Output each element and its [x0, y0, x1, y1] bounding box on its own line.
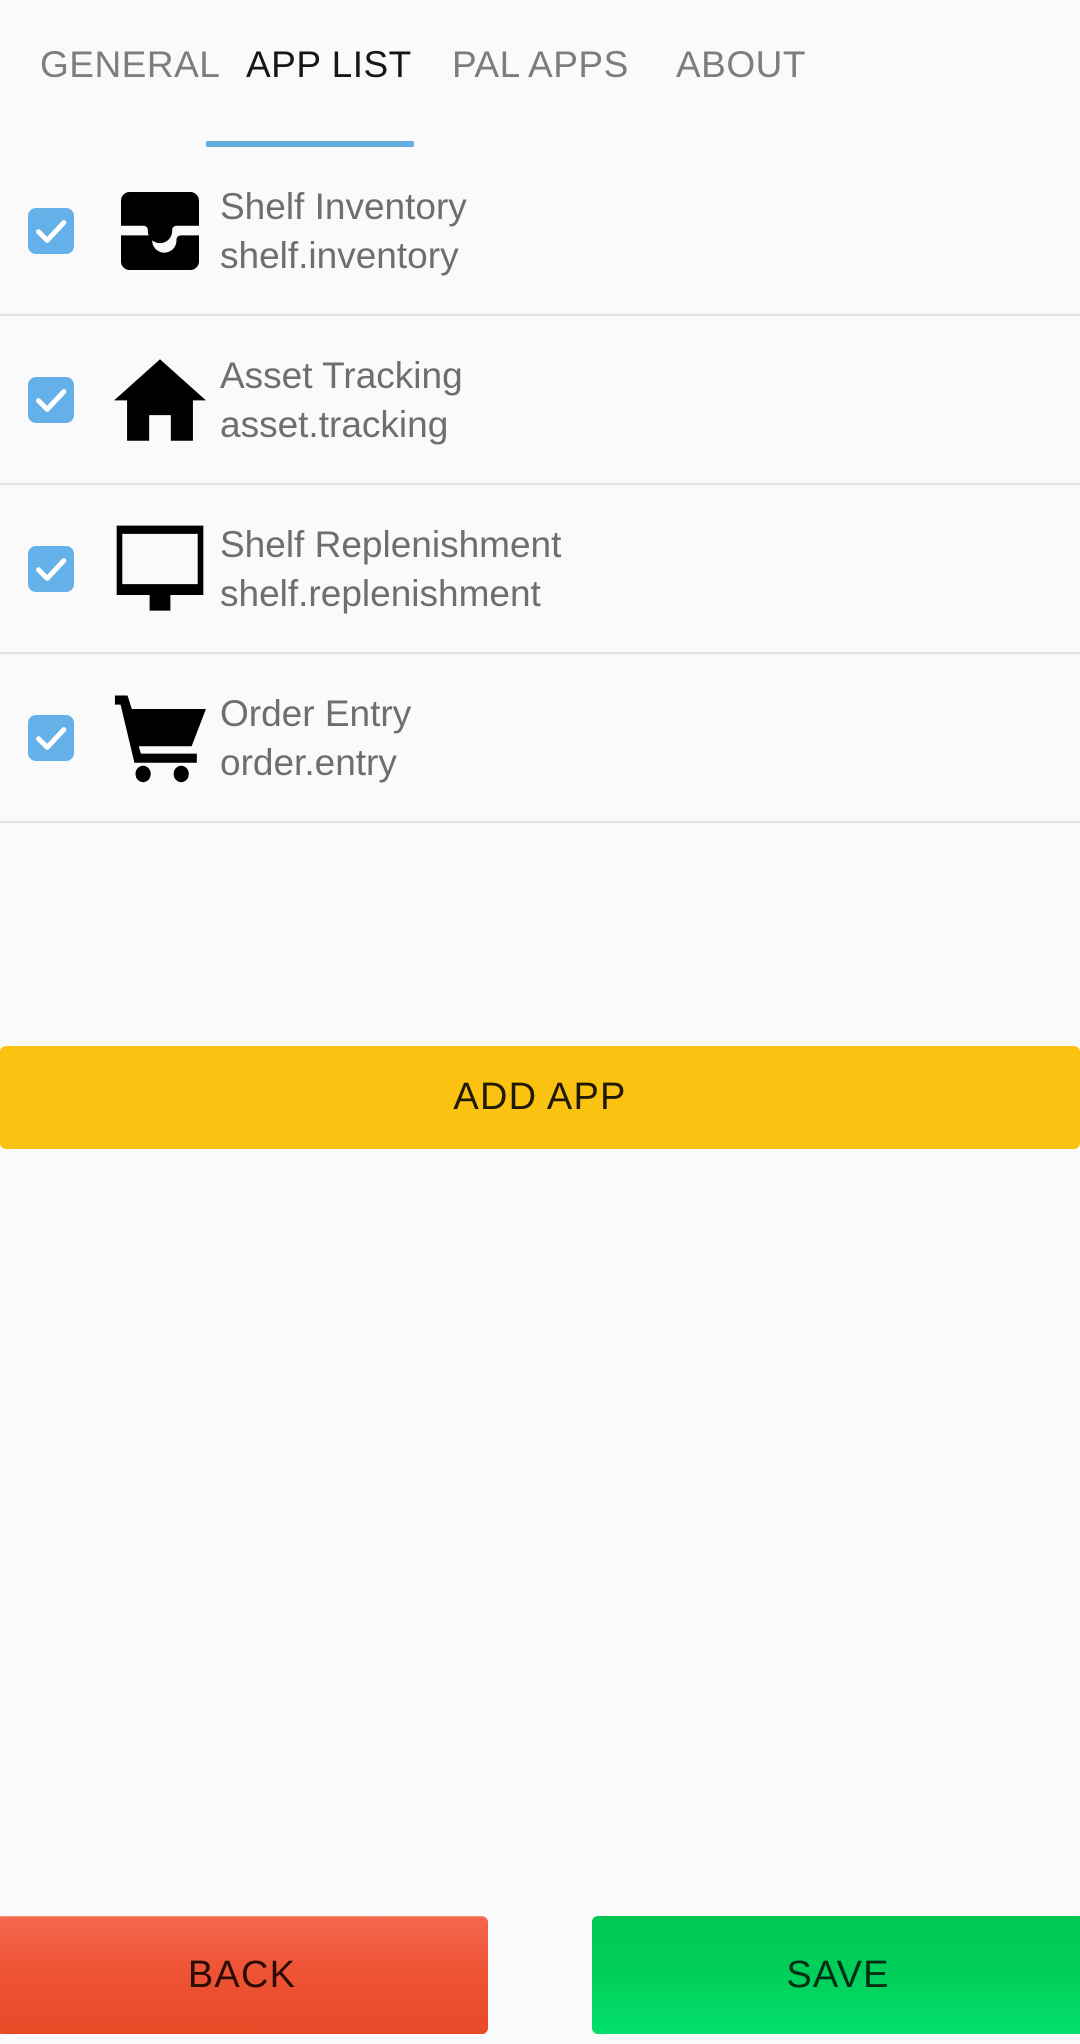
app-name: Asset Tracking: [220, 354, 463, 396]
app-list-row[interactable]: Asset Tracking asset.tracking: [0, 316, 1080, 485]
add-app-button[interactable]: ADD APP: [0, 1046, 1080, 1149]
save-button[interactable]: SAVE: [592, 1916, 1080, 2034]
app-package: shelf.replenishment: [220, 572, 541, 614]
bottom-action-bar: BACK SAVE: [0, 1916, 1080, 2044]
app-list-row[interactable]: Order Entry order.entry: [0, 654, 1080, 823]
app-enabled-checkbox[interactable]: [28, 545, 74, 592]
app-text-block: Shelf Inventory shelf.inventory: [220, 181, 467, 279]
app-package: order.entry: [220, 741, 397, 783]
app-text-block: Asset Tracking asset.tracking: [220, 350, 463, 448]
inbox-icon: [108, 179, 212, 283]
back-button[interactable]: BACK: [0, 1916, 488, 2034]
app-list: Shelf Inventory shelf.inventory Asset Trac…: [0, 147, 1080, 823]
app-name: Shelf Inventory: [220, 185, 467, 227]
app-enabled-checkbox[interactable]: [28, 376, 74, 423]
home-icon: [108, 348, 212, 452]
app-name: Order Entry: [220, 692, 412, 734]
app-package: asset.tracking: [220, 403, 449, 445]
app-text-block: Shelf Replenishment shelf.replenishment: [220, 519, 561, 617]
shopping-cart-icon: [108, 686, 212, 790]
app-name: Shelf Replenishment: [220, 523, 562, 565]
monitor-icon: [108, 517, 212, 621]
tab-app-list[interactable]: APP LIST: [246, 44, 412, 86]
app-list-row[interactable]: Shelf Replenishment shelf.replenishment: [0, 485, 1080, 654]
tab-pal-apps[interactable]: PAL APPS: [452, 44, 629, 86]
tab-bar: GENERAL APP LIST PAL APPS ABOUT: [0, 0, 1080, 147]
app-enabled-checkbox[interactable]: [28, 714, 74, 761]
tab-general[interactable]: GENERAL: [40, 44, 220, 86]
app-package: shelf.inventory: [220, 234, 459, 276]
tab-about[interactable]: ABOUT: [676, 44, 806, 86]
app-enabled-checkbox[interactable]: [28, 207, 74, 254]
app-list-row[interactable]: Shelf Inventory shelf.inventory: [0, 147, 1080, 316]
app-text-block: Order Entry order.entry: [220, 688, 411, 786]
